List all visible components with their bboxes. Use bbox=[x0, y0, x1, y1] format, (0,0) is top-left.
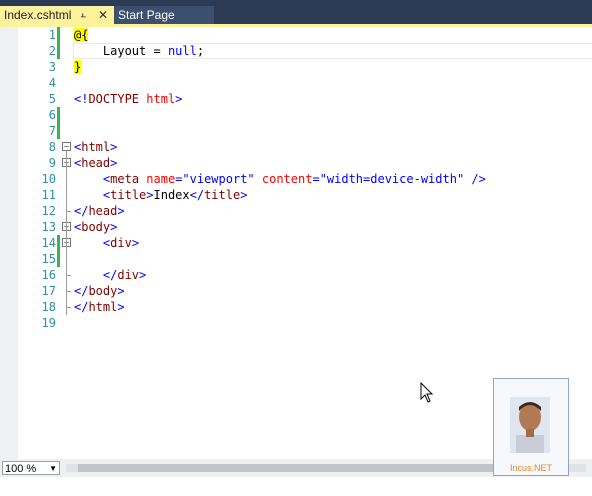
line-number: 13 bbox=[41, 220, 56, 234]
code-line: <div> bbox=[102, 236, 140, 250]
tab-label: Start Page bbox=[118, 8, 175, 22]
code-line: Layout = null; bbox=[102, 44, 205, 58]
code-line: </html> bbox=[74, 300, 125, 314]
line-number: 14 bbox=[41, 236, 56, 250]
tab-index-cshtml[interactable]: Index.cshtml ⫠ ✕ bbox=[0, 6, 114, 24]
webcam-overlay: Incus.NET bbox=[493, 378, 569, 476]
scrollbar-thumb[interactable] bbox=[78, 464, 498, 472]
outline-guide bbox=[66, 307, 71, 308]
collapse-html-icon[interactable]: − bbox=[62, 142, 71, 151]
code-line: <title>Index</title> bbox=[102, 188, 248, 202]
line-number: 6 bbox=[48, 108, 56, 122]
change-indicator-bar bbox=[57, 235, 60, 267]
code-line: <head> bbox=[74, 156, 118, 170]
line-number: 10 bbox=[41, 172, 56, 186]
code-line: <!DOCTYPE html> bbox=[74, 92, 183, 106]
zoom-dropdown[interactable]: 100 % ▼ bbox=[2, 461, 60, 475]
zoom-value: 100 % bbox=[5, 463, 37, 475]
watermark-label: Incus.NET bbox=[509, 463, 552, 473]
code-line: <html> bbox=[74, 140, 118, 154]
indicator-margin bbox=[0, 27, 18, 459]
line-number: 2 bbox=[48, 44, 56, 58]
line-number: 7 bbox=[48, 124, 56, 138]
tab-start-page[interactable]: Start Page bbox=[114, 6, 214, 24]
outline-guide bbox=[66, 291, 71, 292]
chevron-down-icon: ▼ bbox=[49, 464, 57, 473]
code-line: </body> bbox=[74, 284, 125, 298]
tab-label: Index.cshtml bbox=[4, 8, 72, 22]
line-number-gutter: 1 2 3 4 5 6 7 8 9 10 11 12 13 14 15 16 1… bbox=[18, 27, 56, 331]
code-line: </head> bbox=[74, 204, 125, 218]
line-number: 3 bbox=[48, 60, 56, 74]
line-number: 9 bbox=[48, 156, 56, 170]
change-indicator-bar bbox=[57, 107, 60, 139]
code-line: <body> bbox=[74, 220, 118, 234]
line-number: 19 bbox=[41, 316, 56, 330]
status-area bbox=[0, 477, 592, 496]
code-line: } bbox=[74, 60, 82, 74]
document-tab-strip: Index.cshtml ⫠ ✕ Start Page bbox=[0, 0, 592, 24]
pin-icon[interactable]: ⫠ bbox=[80, 6, 86, 24]
presenter-photo-icon bbox=[510, 397, 550, 453]
code-line: <meta name="viewport" content="width=dev… bbox=[102, 172, 486, 186]
line-number: 4 bbox=[48, 76, 56, 90]
line-number: 12 bbox=[41, 204, 56, 218]
line-number: 8 bbox=[48, 140, 56, 154]
line-number: 18 bbox=[41, 300, 56, 314]
change-indicator-bar bbox=[57, 27, 60, 59]
line-number: 11 bbox=[41, 188, 56, 202]
line-number: 17 bbox=[41, 284, 56, 298]
line-number: 15 bbox=[41, 252, 56, 266]
code-line: </div> bbox=[102, 268, 147, 282]
line-number: 1 bbox=[48, 28, 56, 42]
mouse-pointer-icon bbox=[420, 381, 434, 408]
line-number: 16 bbox=[41, 268, 56, 282]
code-line: @{ bbox=[74, 28, 89, 42]
line-number: 5 bbox=[48, 92, 56, 106]
close-icon[interactable]: ✕ bbox=[98, 6, 108, 24]
code-text[interactable]: @{ Layout = null; } <!DOCTYPE html> <htm… bbox=[74, 27, 486, 331]
